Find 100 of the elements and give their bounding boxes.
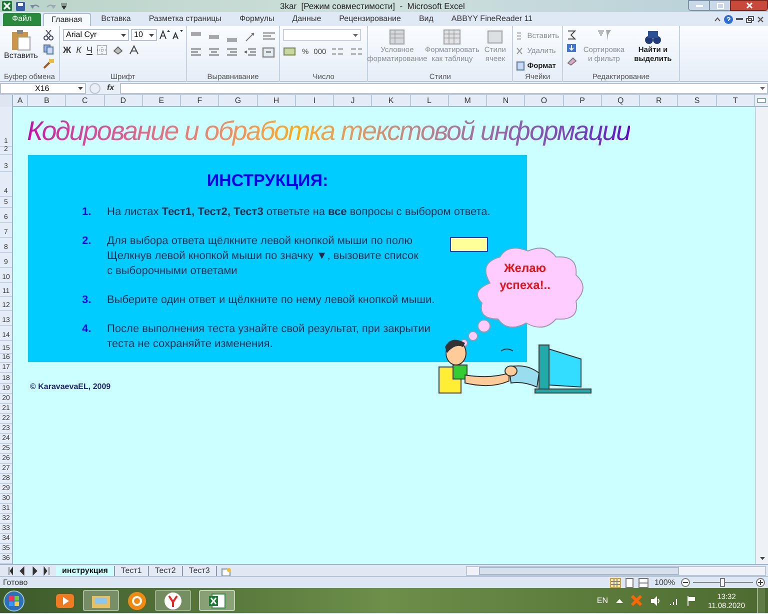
language-indicator[interactable]: EN [596, 596, 608, 606]
save-icon[interactable] [16, 2, 25, 10]
zoom-slider-thumb[interactable] [720, 578, 725, 587]
maximize-button[interactable] [710, 0, 730, 11]
insert-sheet-icon[interactable] [220, 566, 232, 576]
copy-icon[interactable] [42, 44, 56, 55]
flag-icon[interactable] [687, 596, 696, 606]
media-player-icon[interactable] [55, 592, 75, 610]
next-sheet-icon[interactable] [30, 566, 39, 576]
column-header[interactable]: P [564, 95, 602, 106]
scissors-icon[interactable] [42, 30, 56, 41]
merge-cells-icon[interactable] [262, 47, 276, 58]
column-header[interactable]: B [28, 95, 66, 106]
taskbar-item[interactable] [199, 590, 235, 611]
fill-color-icon[interactable] [112, 45, 124, 55]
column-header[interactable]: I [296, 95, 334, 106]
network-signal-icon[interactable] [669, 596, 680, 604]
sheet-tab[interactable]: Тест2 [148, 566, 183, 576]
decrease-decimal-icon[interactable] [350, 46, 364, 57]
answer-cell-sample [450, 237, 488, 252]
column-header[interactable]: K [372, 95, 411, 106]
column-header[interactable]: E [142, 95, 182, 106]
format-painter-icon[interactable] [42, 58, 56, 69]
zoom-in-icon[interactable] [756, 578, 765, 587]
wrap-text-icon[interactable] [262, 31, 276, 42]
italic-button[interactable]: К [76, 45, 82, 55]
align-right-icon[interactable] [226, 47, 240, 58]
excel-logo-icon[interactable] [2, 1, 12, 11]
help-icon[interactable] [724, 15, 733, 24]
close-button[interactable] [730, 0, 768, 11]
insert-function-button[interactable]: fx [104, 83, 118, 93]
underline-button[interactable]: Ч [86, 45, 92, 55]
decrease-indent-icon[interactable] [244, 47, 258, 58]
dropdown-arrow-icon [78, 86, 83, 90]
start-button-icon[interactable] [3, 590, 25, 612]
zoom-out-icon[interactable] [681, 578, 690, 587]
ribbon-tab[interactable]: Рецензирование [331, 13, 409, 26]
name-box[interactable]: X16 [0, 82, 86, 94]
taskbar-item[interactable] [155, 590, 191, 611]
minimize-button[interactable] [688, 0, 710, 11]
column-header[interactable]: S [678, 95, 717, 106]
align-center-icon[interactable] [208, 47, 222, 58]
ribbon-tab[interactable]: Вставка [93, 13, 139, 26]
currency-icon[interactable] [283, 46, 297, 57]
sheet-tab[interactable]: Тест3 [182, 566, 217, 576]
column-header[interactable]: M [448, 95, 488, 106]
sheet-tab[interactable]: Тест1 [114, 566, 149, 576]
scroll-thumb[interactable] [479, 566, 679, 574]
bold-button[interactable]: Ж [63, 45, 72, 55]
font-name-field[interactable]: Arial Cyr [63, 29, 129, 41]
column-header[interactable]: D [104, 95, 143, 106]
eraser-icon[interactable] [566, 56, 578, 66]
column-header[interactable]: H [258, 95, 296, 106]
ribbon-tab[interactable]: Формулы [231, 13, 282, 26]
ribbon-tab[interactable]: Главная [42, 13, 92, 26]
fill-icon[interactable] [566, 43, 578, 53]
ribbon-tab[interactable]: Вид [410, 13, 442, 26]
autosum-icon[interactable] [566, 30, 578, 40]
borders-icon[interactable] [97, 45, 108, 55]
column-header[interactable]: R [640, 95, 678, 106]
number-format-field[interactable] [283, 29, 361, 41]
grow-font-icon[interactable] [159, 29, 170, 40]
previous-sheet-icon[interactable] [17, 566, 26, 576]
font-color-icon[interactable] [129, 45, 140, 55]
last-sheet-icon[interactable] [43, 566, 52, 576]
sheet-tab[interactable]: инструкция [56, 566, 115, 576]
column-header[interactable]: F [181, 95, 220, 106]
shrink-font-icon[interactable] [172, 29, 183, 40]
column-header[interactable]: L [410, 95, 449, 106]
column-header[interactable]: O [525, 95, 564, 106]
increase-decimal-icon[interactable] [331, 46, 346, 57]
show-hidden-icons-icon[interactable] [616, 598, 624, 603]
normal-view-icon[interactable] [610, 578, 621, 588]
column-header[interactable]: A [13, 95, 28, 106]
close-icon[interactable] [757, 16, 764, 23]
formula-input[interactable] [120, 82, 768, 94]
gear-icon[interactable] [127, 590, 147, 610]
collapse-ribbon-icon[interactable] [714, 17, 721, 22]
column-header[interactable]: J [334, 95, 372, 106]
column-header[interactable]: C [66, 95, 105, 106]
column-header[interactable]: Q [602, 95, 640, 106]
minimize-icon[interactable] [736, 18, 743, 21]
ribbon-tab[interactable]: Данные [284, 13, 330, 26]
font-size-field[interactable]: 10 [131, 29, 157, 41]
column-header[interactable]: N [487, 95, 526, 106]
step-number: 1. [81, 205, 92, 220]
ribbon-tab[interactable]: ABBYY FineReader 11 [443, 13, 541, 26]
horizontal-scrollbar[interactable] [466, 566, 766, 576]
align-left-icon[interactable] [190, 47, 204, 58]
column-header[interactable]: G [219, 95, 258, 106]
customize-toolbar-icon[interactable] [61, 2, 67, 10]
page-layout-icon[interactable] [624, 578, 635, 588]
ribbon-tab[interactable]: Файл [3, 13, 41, 26]
paste-button[interactable]: Вставить [3, 29, 39, 60]
restore-icon[interactable] [746, 16, 754, 23]
ribbon-tab[interactable]: Разметка страницы [140, 13, 230, 26]
speaker-icon[interactable] [650, 596, 662, 606]
zoom-slider[interactable] [693, 578, 753, 587]
page-break-icon[interactable] [638, 578, 649, 588]
zoom-level[interactable]: 100% [652, 578, 678, 588]
